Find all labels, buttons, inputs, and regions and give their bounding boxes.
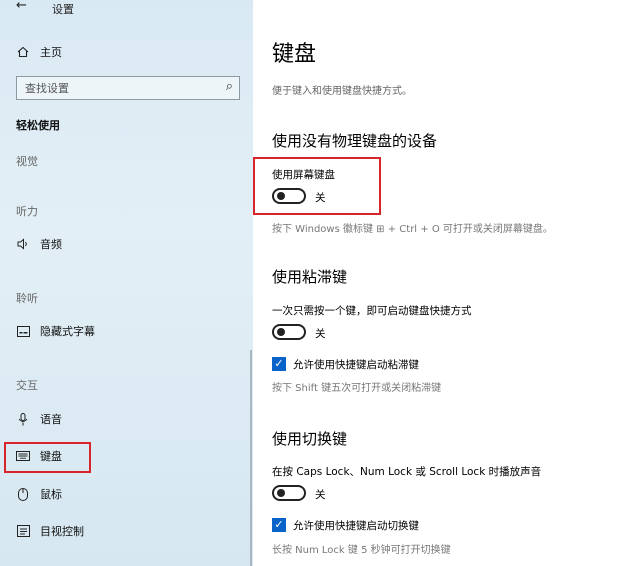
page-title: 键盘	[272, 42, 317, 67]
sidebar-item-label: 鼠标	[40, 488, 62, 501]
sticky-shortcut-checkbox[interactable]: ✓	[272, 357, 286, 371]
togglekeys-toggle-state: 关	[315, 489, 326, 501]
microphone-icon	[16, 412, 30, 426]
home-icon	[16, 46, 30, 58]
app-title: 设置	[52, 3, 74, 16]
sidebar: ← 设置 主页 ⌕ 轻松使用 视觉 听力 音频 聆听 隐藏式字幕 交互 语音	[0, 0, 253, 566]
search-box[interactable]: ⌕	[16, 76, 240, 100]
highlight-box-keyboard	[4, 442, 91, 473]
toggle-knob	[277, 489, 285, 497]
group-label-vision: 视觉	[16, 155, 38, 168]
togglekeys-heading: 使用切换键	[272, 430, 348, 448]
captions-icon	[16, 325, 30, 337]
search-icon[interactable]: ⌕	[226, 79, 233, 94]
sticky-shortcut-label: 允许使用快捷键启动粘滞键	[293, 359, 419, 371]
togglekeys-shortcut-checkbox[interactable]: ✓	[272, 518, 286, 532]
sticky-hint: 按下 Shift 键五次可打开或关闭粘滞键	[272, 383, 442, 394]
speaker-icon	[16, 238, 30, 250]
sidebar-item-mouse[interactable]: 鼠标	[0, 482, 253, 506]
sticky-label: 一次只需按一个键，即可启动键盘快捷方式	[272, 305, 472, 317]
sidebar-item-label: 隐藏式字幕	[40, 325, 95, 338]
sidebar-item-label: 目视控制	[40, 525, 84, 538]
mouse-icon	[16, 487, 30, 501]
main-content: 键盘 便于键入和使用键盘快捷方式。 使用没有物理键盘的设备 使用屏幕键盘 关 按…	[253, 0, 640, 566]
group-label-hearing: 听力	[16, 205, 38, 218]
section-title: 轻松使用	[16, 119, 60, 132]
togglekeys-label: 在按 Caps Lock、Num Lock 或 Scroll Lock 时播放声…	[272, 466, 542, 478]
togglekeys-shortcut-label: 允许使用快捷键启动切换键	[293, 520, 419, 532]
group-label-hearing-2: 聆听	[16, 292, 38, 305]
sidebar-item-speech[interactable]: 语音	[0, 407, 253, 431]
back-arrow-icon[interactable]: ←	[16, 0, 27, 13]
sidebar-item-label: 语音	[40, 413, 62, 426]
group-label-interaction: 交互	[16, 379, 38, 392]
sidebar-item-label: 主页	[40, 46, 62, 59]
eye-control-icon	[16, 525, 30, 537]
togglekeys-hint: 长按 Num Lock 键 5 秒钟可打开切换键	[272, 545, 451, 556]
togglekeys-toggle[interactable]	[272, 485, 306, 501]
sidebar-item-home[interactable]: 主页	[0, 40, 253, 64]
sidebar-item-audio[interactable]: 音频	[0, 232, 253, 256]
toggle-knob	[277, 328, 285, 336]
sticky-toggle-state: 关	[315, 328, 326, 340]
title-bar: ← 设置	[0, 0, 253, 18]
page-description: 便于键入和使用键盘快捷方式。	[272, 86, 412, 97]
sidebar-item-captions[interactable]: 隐藏式字幕	[0, 319, 253, 343]
sidebar-item-label: 音频	[40, 238, 62, 251]
osk-heading: 使用没有物理键盘的设备	[272, 132, 438, 150]
search-input[interactable]	[25, 81, 215, 95]
sidebar-scrollbar[interactable]	[250, 350, 252, 566]
highlight-box-osk	[253, 157, 381, 215]
sticky-toggle[interactable]	[272, 324, 306, 340]
sticky-heading: 使用粘滞键	[272, 268, 348, 286]
osk-hint: 按下 Windows 徽标键 ⊞ + Ctrl + O 可打开或关闭屏幕键盘。	[272, 224, 553, 235]
sidebar-item-eye-control[interactable]: 目视控制	[0, 519, 253, 543]
